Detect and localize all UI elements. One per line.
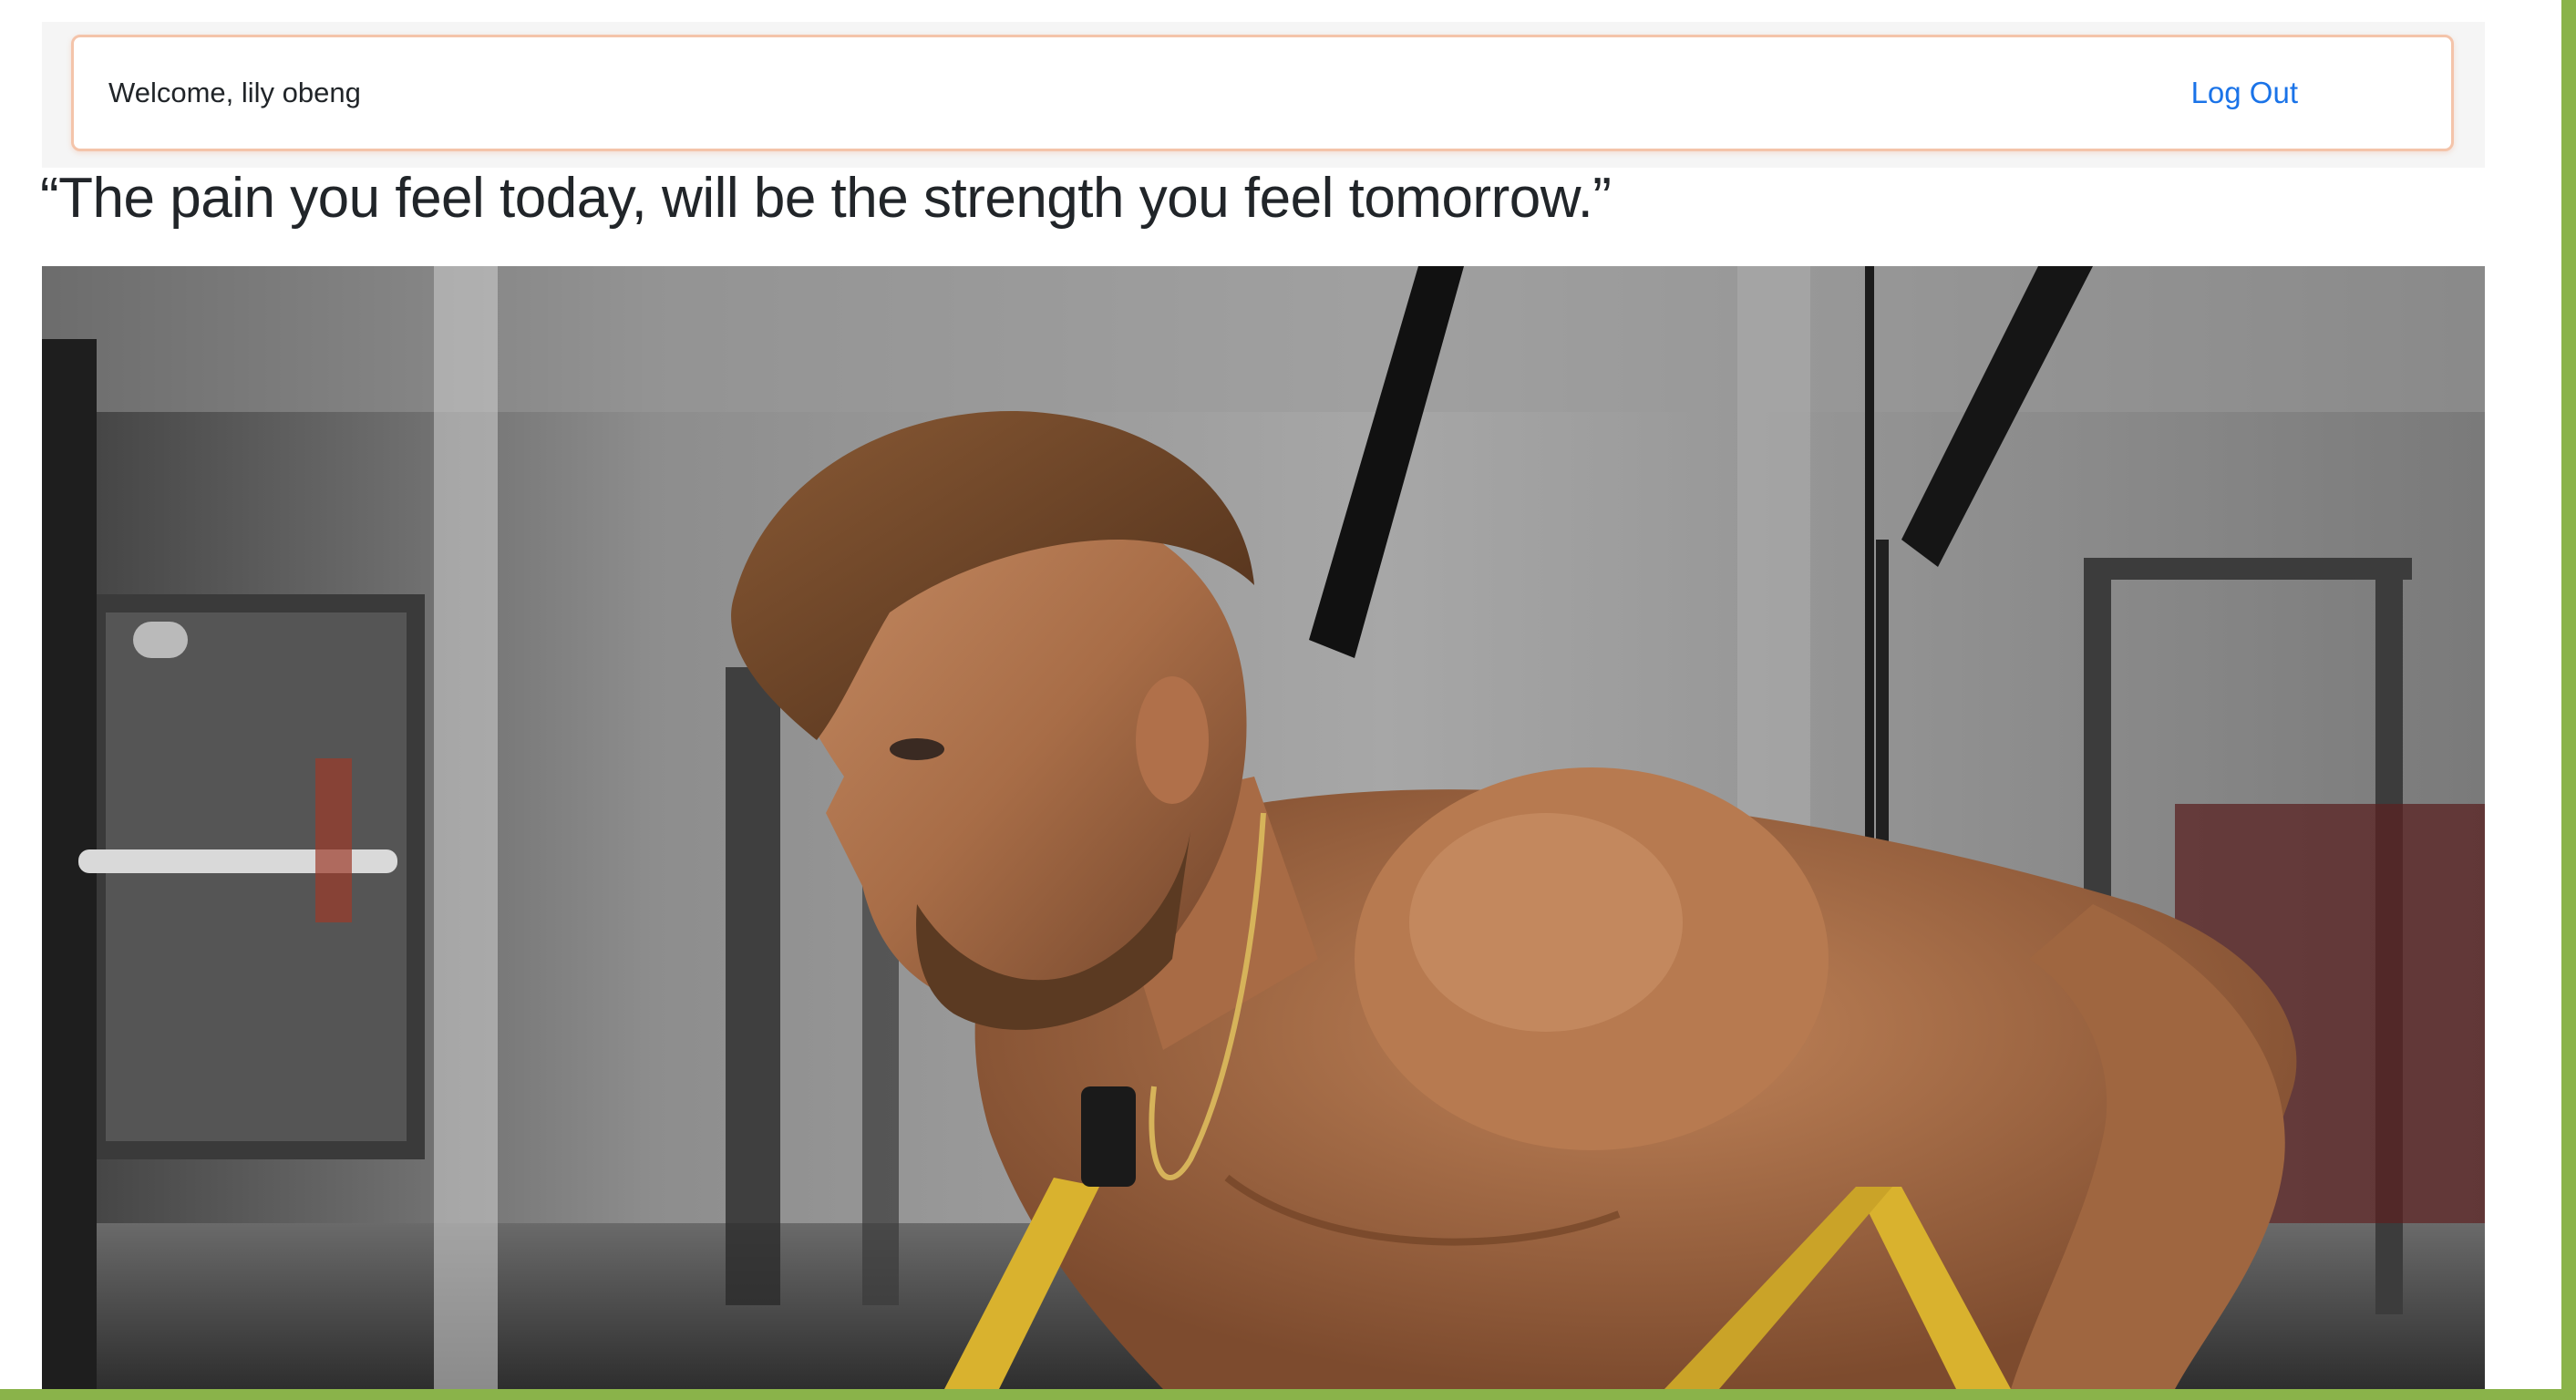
logout-link[interactable]: Log Out [2191,37,2298,149]
right-accent-border [2561,0,2576,1400]
welcome-card: Welcome, lily obeng Log Out [71,35,2454,151]
motivational-quote: “The pain you feel today, will be the st… [40,167,1612,230]
bottom-accent-border [0,1389,2576,1400]
page: Welcome, lily obeng Log Out “The pain yo… [0,0,2576,1400]
hero-photo-illustration [42,266,2485,1389]
welcome-message: Welcome, lily obeng [108,77,361,108]
hero-image [42,266,2485,1389]
